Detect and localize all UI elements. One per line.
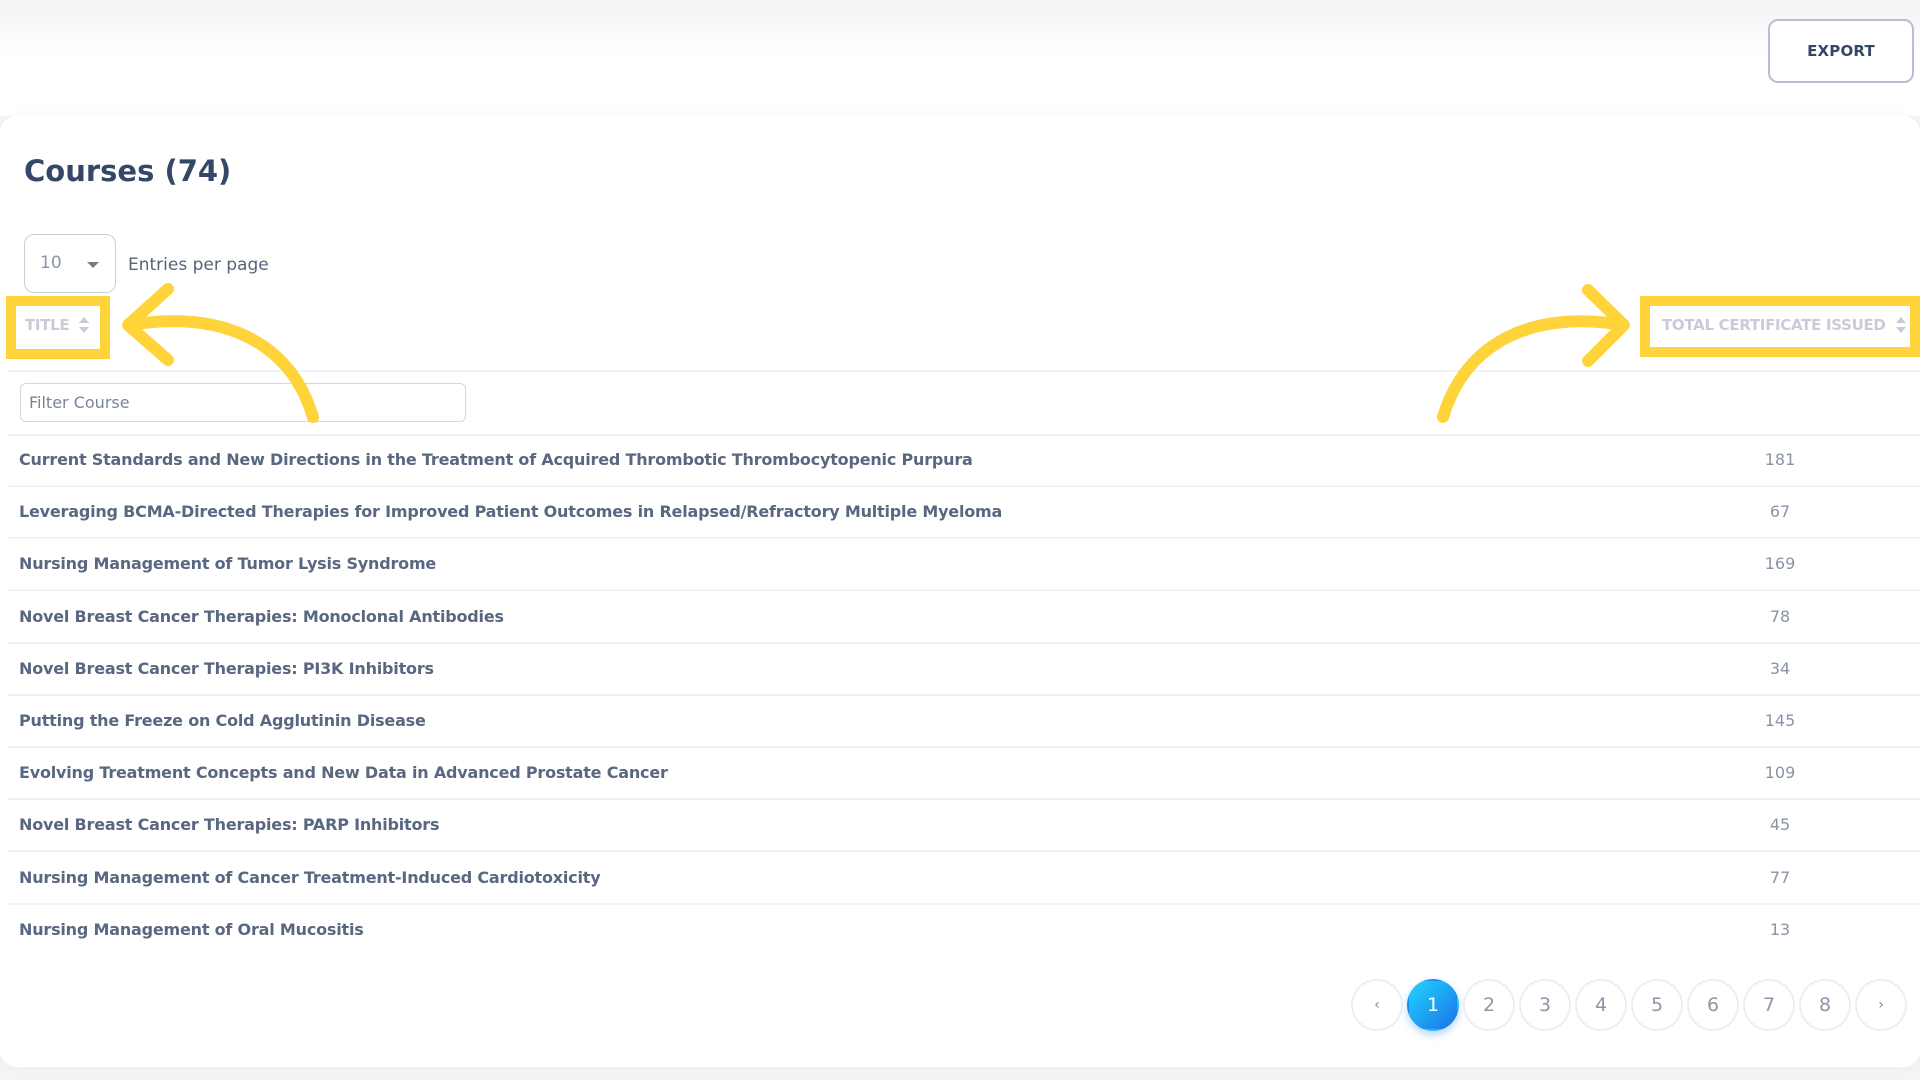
column-header-certificates-label: TOTAL CERTIFICATE ISSUED xyxy=(1662,316,1886,334)
course-title-link[interactable]: Putting the Freeze on Cold Agglutinin Di… xyxy=(19,711,426,730)
course-title-link[interactable]: Novel Breast Cancer Therapies: PI3K Inhi… xyxy=(19,659,434,678)
course-title-link[interactable]: Nursing Management of Cancer Treatment-I… xyxy=(19,868,601,887)
filter-course-input[interactable] xyxy=(20,383,466,422)
pagination-page-2[interactable]: 2 xyxy=(1463,979,1515,1031)
column-header-title[interactable]: TITLE xyxy=(25,316,90,334)
course-title-link[interactable]: Nursing Management of Tumor Lysis Syndro… xyxy=(19,554,436,573)
caret-down-icon xyxy=(87,262,99,268)
certificate-count: 45 xyxy=(1769,815,1791,835)
pagination-page-3[interactable]: 3 xyxy=(1519,979,1571,1031)
pagination-page-7[interactable]: 7 xyxy=(1743,979,1795,1031)
certificate-count: 77 xyxy=(1769,867,1791,887)
table-row: Nursing Management of Oral Mucositis 13 xyxy=(8,905,1920,957)
course-title-link[interactable]: Leveraging BCMA-Directed Therapies for I… xyxy=(19,502,1002,521)
pagination-page-6[interactable]: 6 xyxy=(1687,979,1739,1031)
sort-icon xyxy=(79,317,90,333)
header-divider xyxy=(8,370,1920,372)
column-header-title-label: TITLE xyxy=(25,316,70,334)
table-row: Novel Breast Cancer Therapies: Monoclona… xyxy=(8,592,1920,644)
certificate-count: 13 xyxy=(1769,919,1791,939)
certificate-count: 67 xyxy=(1769,502,1791,522)
pagination-prev-button[interactable]: ‹ xyxy=(1351,979,1403,1031)
top-bar xyxy=(0,0,1920,116)
course-title-link[interactable]: Novel Breast Cancer Therapies: Monoclona… xyxy=(19,607,504,626)
table-row: Putting the Freeze on Cold Agglutinin Di… xyxy=(8,696,1920,748)
table-row: Novel Breast Cancer Therapies: PI3K Inhi… xyxy=(8,644,1920,696)
course-title-link[interactable]: Evolving Treatment Concepts and New Data… xyxy=(19,763,668,782)
pagination: ‹ 1 2 3 4 5 6 7 8 › xyxy=(1351,979,1907,1033)
pagination-next-button[interactable]: › xyxy=(1855,979,1907,1031)
pagination-page-1[interactable]: 1 xyxy=(1407,979,1459,1031)
table-row: Novel Breast Cancer Therapies: PARP Inhi… xyxy=(8,800,1920,853)
table-row: Leveraging BCMA-Directed Therapies for I… xyxy=(8,487,1920,540)
sort-icon xyxy=(1895,317,1906,333)
pagination-page-5[interactable]: 5 xyxy=(1631,979,1683,1031)
course-title-link[interactable]: Novel Breast Cancer Therapies: PARP Inhi… xyxy=(19,815,440,834)
export-button[interactable]: EXPORT xyxy=(1768,19,1914,83)
table-row: Nursing Management of Cancer Treatment-I… xyxy=(8,853,1920,905)
certificate-count: 109 xyxy=(1764,763,1796,783)
course-title-link[interactable]: Nursing Management of Oral Mucositis xyxy=(19,920,364,939)
pagination-page-4[interactable]: 4 xyxy=(1575,979,1627,1031)
pagination-page-8[interactable]: 8 xyxy=(1799,979,1851,1031)
entries-per-page-value: 10 xyxy=(40,253,62,273)
certificate-count: 34 xyxy=(1769,658,1791,678)
course-title-link[interactable]: Current Standards and New Directions in … xyxy=(19,450,973,469)
entries-per-page-select[interactable]: 10 xyxy=(24,234,116,293)
table-row: Current Standards and New Directions in … xyxy=(8,435,1920,487)
table-row: Evolving Treatment Concepts and New Data… xyxy=(8,748,1920,801)
certificate-count: 78 xyxy=(1769,606,1791,626)
certificate-count: 181 xyxy=(1764,450,1796,469)
page-title: Courses (74) xyxy=(24,154,232,188)
entries-per-page-label: Entries per page xyxy=(128,255,269,275)
column-header-total-certificate-issued[interactable]: TOTAL CERTIFICATE ISSUED xyxy=(1662,316,1906,334)
table-row: Nursing Management of Tumor Lysis Syndro… xyxy=(8,539,1920,592)
certificate-count: 145 xyxy=(1764,711,1796,730)
certificate-count: 169 xyxy=(1764,554,1796,574)
